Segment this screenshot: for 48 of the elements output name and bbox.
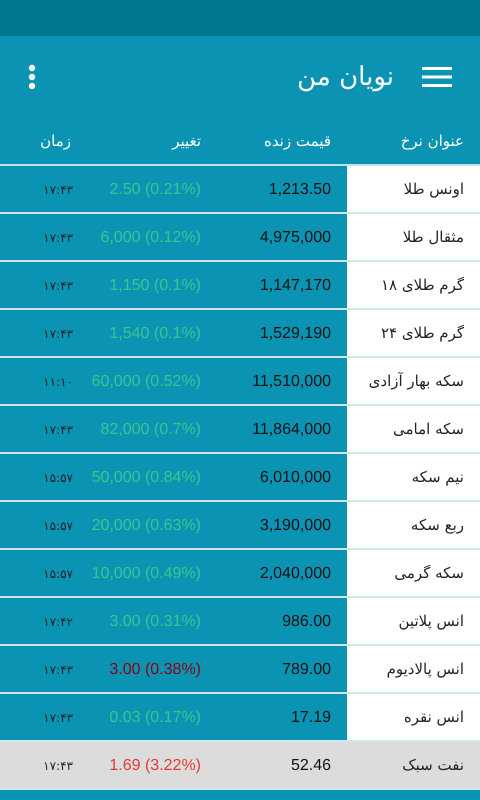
column-header: تغییر [170,130,202,152]
live-price: 1,147,170 [260,276,331,294]
price-change: 1.69 (3.22%) [109,756,201,774]
live-price: 52.46 [290,756,331,774]
live-price: 17.19 [290,708,331,726]
price-change: 3.00 (0.38%) [109,660,201,678]
update-time: ۱۷:۴۲ [43,615,73,629]
rate-name: انس پلاتین [398,610,464,632]
update-time: ۱۷:۴۳ [43,183,73,197]
live-price: 1,213.50 [268,180,331,198]
live-price: 986.00 [282,612,331,630]
column-header: قیمت زنده [262,130,332,152]
update-time: ۱۵:۵۷ [43,471,73,485]
rate-name: ربع سکه [410,514,464,536]
live-price: 11,864,000 [252,420,331,438]
live-price: 1,529,190 [260,324,331,342]
live-price: 2,040,000 [260,564,331,582]
live-price: 4,975,000 [260,228,331,246]
rate-name: گرم طلای ۲۴ [381,322,464,344]
update-time: ۱۷:۴۳ [43,423,73,437]
rate-name: انس پالادیوم [386,658,464,680]
rate-name: اونس طلا [404,178,464,200]
column-header: عنوان نرخ [400,130,465,152]
live-price: 6,010,000 [260,468,331,486]
rate-name: سکه گرمی [394,562,464,584]
rate-name: انس نقره [404,706,464,728]
update-time: ۱۷:۴۳ [43,759,73,773]
rate-name: سکه بهار آزادی [368,370,464,392]
update-time: ۱۷:۴۳ [43,327,73,341]
rate-name: گرم طلای ۱۸ [381,274,464,296]
update-time: ۱۵:۵۷ [43,567,73,581]
update-time: ۱۷:۴۳ [43,663,73,677]
more-options-icon[interactable] [28,64,36,90]
rate-name: نیم سکه [412,466,464,488]
rate-name: نفت سبک [402,754,464,776]
update-time: ۱۵:۵۷ [43,519,73,533]
rate-name: مثقال طلا [402,226,464,248]
rate-name: سکه امامی [393,418,464,440]
app-title: نویان من [297,60,394,94]
menu-icon[interactable] [422,67,452,87]
live-price: 3,190,000 [260,516,331,534]
live-price: 789.00 [282,660,331,678]
update-time: ۱۱:۱۰ [43,375,73,389]
update-time: ۱۷:۴۳ [43,231,73,245]
column-header: زمان [40,130,72,152]
update-time: ۱۷:۴۳ [43,711,73,725]
live-price: 11,510,000 [252,372,331,390]
update-time: ۱۷:۴۳ [43,279,73,293]
